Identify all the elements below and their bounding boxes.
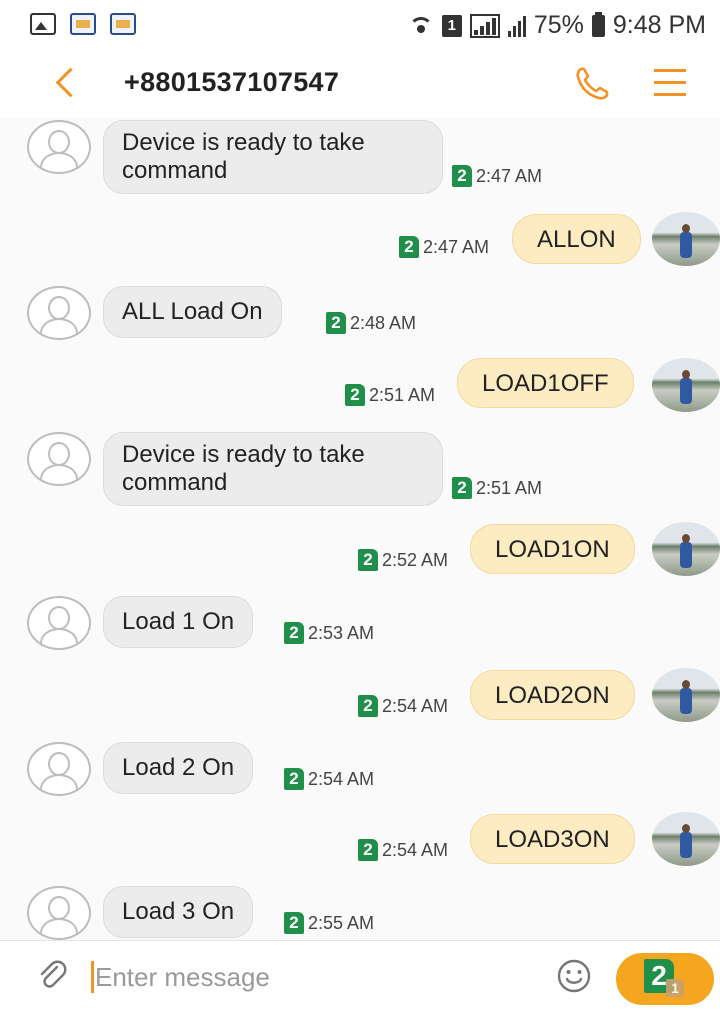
phone-call-icon[interactable] [572, 64, 612, 104]
signal-sim2-icon [507, 15, 526, 37]
message-time: 2:47 AM [423, 236, 490, 257]
message-time: 2:51 AM [476, 477, 543, 498]
message-meta: 2 2:52 AM [358, 549, 448, 571]
message-row-outgoing: 2 2:51 AM LOAD1OFF [0, 358, 720, 418]
message-time: 2:52 AM [382, 549, 449, 570]
contact-avatar [27, 742, 91, 796]
message-row-incoming: Device is ready to take command 2 2:51 A… [0, 430, 720, 510]
contact-title: +8801537107547 [124, 67, 340, 97]
message-meta: 2 2:51 AM [452, 477, 542, 499]
message-row-outgoing: 2 2:52 AM LOAD1ON [0, 522, 720, 582]
notification-icons [30, 13, 136, 35]
back-button[interactable] [52, 66, 82, 100]
user-avatar [652, 668, 720, 722]
app-notification-icon [110, 13, 136, 35]
message-time: 2:55 AM [308, 912, 375, 933]
contact-avatar [27, 120, 91, 174]
contact-avatar [27, 286, 91, 340]
sim2-badge-icon: 2 [326, 312, 346, 334]
contact-avatar [27, 886, 91, 940]
message-meta: 2 2:48 AM [326, 312, 416, 334]
composer-bar: 2 1 [0, 940, 720, 1011]
emoji-icon[interactable] [556, 958, 592, 994]
user-avatar [652, 358, 720, 412]
user-avatar [652, 812, 720, 866]
sim-indicator-icon: 1 [441, 14, 462, 37]
message-meta: 2 2:54 AM [358, 695, 448, 717]
contact-avatar [27, 432, 91, 486]
send-button[interactable]: 2 1 [616, 953, 714, 1005]
battery-icon [591, 11, 605, 37]
app-notification-icon [70, 13, 96, 35]
message-meta: 2 2:53 AM [284, 622, 374, 644]
message-meta: 2 2:54 AM [284, 768, 374, 790]
message-time: 2:54 AM [382, 695, 449, 716]
message-time: 2:48 AM [350, 312, 417, 333]
incoming-message-bubble[interactable]: Device is ready to take command [103, 120, 443, 194]
message-meta: 2 2:51 AM [345, 384, 435, 406]
outgoing-message-bubble[interactable]: LOAD2ON [470, 670, 635, 720]
incoming-message-bubble[interactable]: Load 2 On [103, 742, 254, 794]
clock: 9:48 PM [612, 11, 706, 39]
message-row-incoming: Load 2 On 2 2:54 AM [0, 740, 720, 800]
wifi-icon [408, 15, 434, 37]
user-avatar [652, 522, 720, 576]
sim2-badge-icon: 2 [452, 165, 472, 187]
status-bar: 1 75% 9:48 PM [0, 0, 720, 52]
message-time: 2:53 AM [308, 622, 375, 643]
sim2-badge-icon: 2 [399, 236, 419, 258]
sim2-badge-icon: 2 [284, 622, 304, 644]
message-meta: 2 2:54 AM [358, 839, 448, 861]
message-meta: 2 2:47 AM [399, 236, 489, 258]
message-list[interactable]: Device is ready to take command 2 2:47 A… [0, 118, 720, 940]
message-row-incoming: ALL Load On 2 2:48 AM [0, 284, 720, 344]
conversation-header: +8801537107547 [0, 52, 720, 118]
outgoing-message-bubble[interactable]: LOAD3ON [470, 814, 635, 864]
message-time: 2:54 AM [308, 768, 375, 789]
incoming-message-bubble[interactable]: Device is ready to take command [103, 432, 443, 506]
gallery-notification-icon [30, 13, 56, 35]
message-row-incoming: Device is ready to take command 2 2:47 A… [0, 118, 720, 198]
menu-icon[interactable] [654, 69, 686, 97]
message-time: 2:47 AM [476, 165, 543, 186]
message-row-outgoing: 2 2:54 AM LOAD2ON [0, 668, 720, 728]
message-time: 2:54 AM [382, 839, 449, 860]
message-row-incoming: Load 3 On 2 2:55 AM [0, 884, 720, 940]
sim1-send-icon: 1 [666, 979, 684, 997]
system-indicators: 1 75% 9:48 PM [408, 11, 706, 40]
sim2-badge-icon: 2 [358, 839, 378, 861]
message-row-outgoing: 2 2:47 AM ALLON [0, 212, 720, 272]
sim2-badge-icon: 2 [284, 912, 304, 934]
sim2-badge-icon: 2 [345, 384, 365, 406]
message-row-incoming: Load 1 On 2 2:53 AM [0, 594, 720, 654]
user-avatar [652, 212, 720, 266]
sim2-badge-icon: 2 [284, 768, 304, 790]
message-row-outgoing: 2 2:54 AM LOAD3ON [0, 812, 720, 872]
incoming-message-bubble[interactable]: Load 1 On [103, 596, 254, 648]
signal-sim1-icon [469, 13, 500, 38]
sim2-badge-icon: 2 [452, 477, 472, 499]
contact-avatar [27, 596, 91, 650]
sim2-badge-icon: 2 [358, 549, 378, 571]
message-meta: 2 2:55 AM [284, 912, 374, 934]
incoming-message-bubble[interactable]: Load 3 On [103, 886, 254, 938]
outgoing-message-bubble[interactable]: LOAD1OFF [457, 358, 634, 408]
paperclip-icon[interactable] [36, 959, 68, 991]
outgoing-message-bubble[interactable]: LOAD1ON [470, 524, 635, 574]
outgoing-message-bubble[interactable]: ALLON [512, 214, 641, 264]
message-time: 2:51 AM [369, 384, 436, 405]
message-meta: 2 2:47 AM [452, 165, 542, 187]
battery-percent: 75% [533, 11, 584, 39]
message-input[interactable] [95, 955, 525, 999]
incoming-message-bubble[interactable]: ALL Load On [103, 286, 282, 338]
text-cursor [91, 961, 94, 993]
sim2-badge-icon: 2 [358, 695, 378, 717]
